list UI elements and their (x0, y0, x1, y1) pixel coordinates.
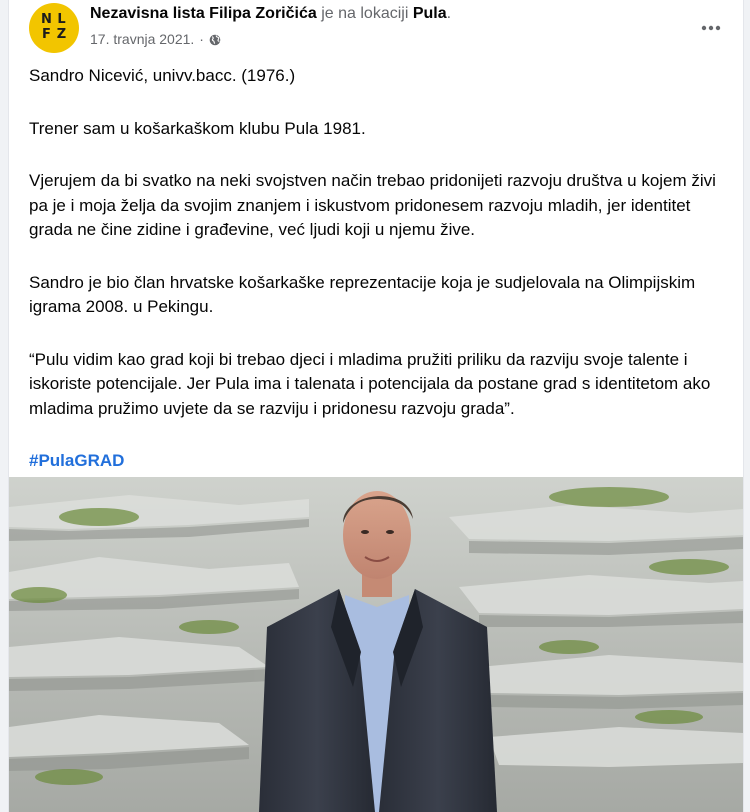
post-title-line: Nezavisna lista Filipa Zoričića je na lo… (90, 5, 451, 23)
location-link[interactable]: Pula (413, 5, 447, 22)
post-photo-image (9, 477, 743, 812)
hashtag-paragraph: #PulaGRAD (29, 449, 729, 474)
post-body: Sandro Nicević, univv.bacc. (1976.) Tren… (29, 64, 729, 474)
hashtag-link[interactable]: #PulaGRAD (29, 451, 124, 470)
avatar-letter: L (57, 12, 66, 27)
post-paragraph: “Pulu vidim kao grad koji bi trebao djec… (29, 349, 711, 418)
globe-icon[interactable] (209, 33, 221, 46)
post-paragraph: Sandro je bio član hrvatske košarkaške r… (29, 272, 696, 317)
post-date-link[interactable]: 17. travnja 2021. (90, 31, 194, 47)
post-header: N L F Z Nezavisna lista Filipa Zoričića … (9, 0, 743, 58)
more-options-button[interactable] (693, 10, 729, 46)
post-card: N L F Z Nezavisna lista Filipa Zoričića … (8, 0, 744, 812)
more-horizontal-icon (701, 25, 721, 31)
location-suffix: . (446, 5, 452, 22)
avatar-letter: F (42, 27, 51, 42)
location-prefix: je na lokaciji (321, 5, 409, 22)
avatar-letter: Z (56, 27, 67, 42)
post-meta: 17. travnja 2021. · (90, 31, 221, 47)
post-paragraph: Sandro Nicević, univv.bacc. (1976.) (29, 66, 296, 85)
post-paragraph: Trener sam u košarkaškom klubu Pula 1981… (29, 118, 366, 138)
post-photo[interactable] (9, 477, 743, 812)
avatar-letter: N (41, 12, 52, 27)
post-paragraph: Vjerujem da bi svatko na neki svojstven … (29, 171, 716, 239)
page-name-link[interactable]: Nezavisna lista Filipa Zoričića (90, 5, 317, 22)
page-avatar[interactable]: N L F Z (29, 3, 79, 53)
meta-separator: · (199, 31, 204, 47)
